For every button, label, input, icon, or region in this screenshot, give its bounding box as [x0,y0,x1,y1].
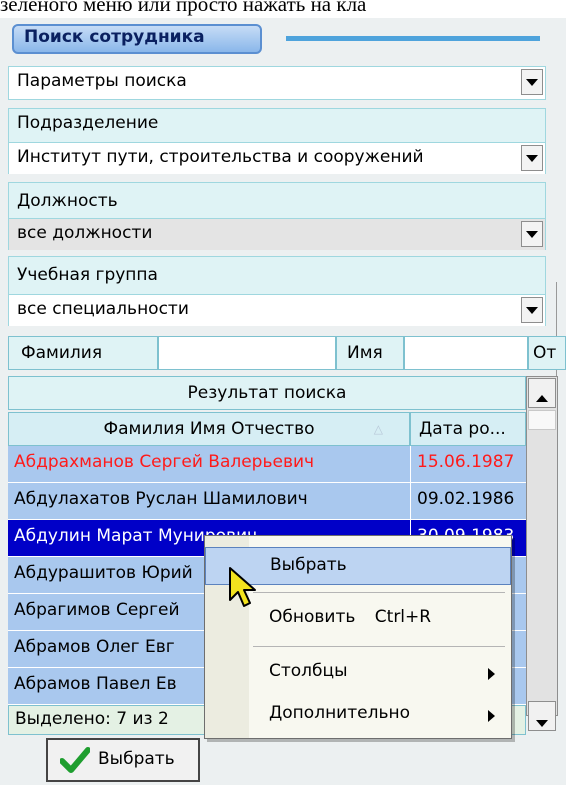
name-input[interactable] [404,336,528,370]
name-label: Имя [336,336,404,370]
column-header-dob[interactable]: Дата ро... [410,412,526,446]
scroll-thumb[interactable] [528,410,556,430]
table-row[interactable]: Абдулахатов Руслан Шамилович [8,483,410,520]
position-label: Должность [17,191,118,211]
select-button-label: Выбрать [98,749,175,769]
menu-item-select-label: Выбрать [270,555,347,575]
study-group-group: Учебная группа все специальности [8,256,546,326]
department-select[interactable]: Институт пути, строительства и сооружени… [9,142,545,174]
department-label: Подразделение [17,113,159,133]
chevron-down-icon [536,719,548,727]
study-group-label: Учебная группа [17,265,158,285]
table-cell-dob[interactable]: 09.02.1986 [410,483,526,520]
menu-item-columns[interactable]: Столбцы [205,654,511,692]
column-header-fio-label: Фамилия Имя Отчество [103,419,315,439]
scroll-up-button[interactable] [528,378,556,408]
menu-separator [253,646,505,647]
position-value: все должности [17,223,153,243]
table-row[interactable]: Абдрахманов Сергей Валерьевич [8,446,410,483]
department-group: Подразделение Институт пути, строительст… [8,108,546,174]
study-group-value: все специальности [17,299,189,319]
results-title: Результат поиска [8,376,526,410]
chevron-up-icon [536,394,548,402]
search-params-group: Параметры поиска [8,66,546,100]
sort-ascending-icon: △ [373,422,383,436]
submenu-arrow-icon [488,668,495,680]
mouse-pointer-icon [229,567,256,607]
chevron-down-icon[interactable] [521,69,543,95]
department-value: Институт пути, строительства и сооружени… [17,147,424,167]
chevron-down-icon[interactable] [521,297,543,323]
chevron-down-icon[interactable] [521,221,543,247]
study-group-select[interactable]: все специальности [9,294,545,326]
position-select[interactable]: все должности [9,218,545,250]
document-text: зеленого меню или просто нажать на кла [0,0,367,16]
surname-input[interactable] [158,336,336,370]
menu-item-refresh-shortcut: Ctrl+R [374,607,432,627]
menu-separator [253,592,505,593]
submenu-arrow-icon [488,710,495,722]
table-cell-dob[interactable]: 15.06.1987 [410,446,526,483]
position-group: Должность все должности [8,182,546,250]
search-params-value: Параметры поиска [17,71,187,91]
menu-item-more-label: Дополнительно [269,703,410,723]
column-header-fio[interactable]: Фамилия Имя Отчество △ [8,412,410,446]
scroll-down-button[interactable] [528,701,556,731]
select-button[interactable]: Выбрать [46,738,200,782]
menu-item-columns-label: Столбцы [269,661,348,681]
panel-title: Поиск сотрудника [12,24,262,54]
surname-label: Фамилия [8,336,158,370]
menu-item-more[interactable]: Дополнительно [205,696,511,734]
menu-item-refresh-label: Обновить [269,607,356,627]
search-params-select[interactable]: Параметры поиска [9,67,545,99]
chevron-down-icon[interactable] [521,145,543,171]
patronymic-label: От [528,336,566,370]
checkmark-icon [60,747,90,773]
header-divider [286,36,540,41]
